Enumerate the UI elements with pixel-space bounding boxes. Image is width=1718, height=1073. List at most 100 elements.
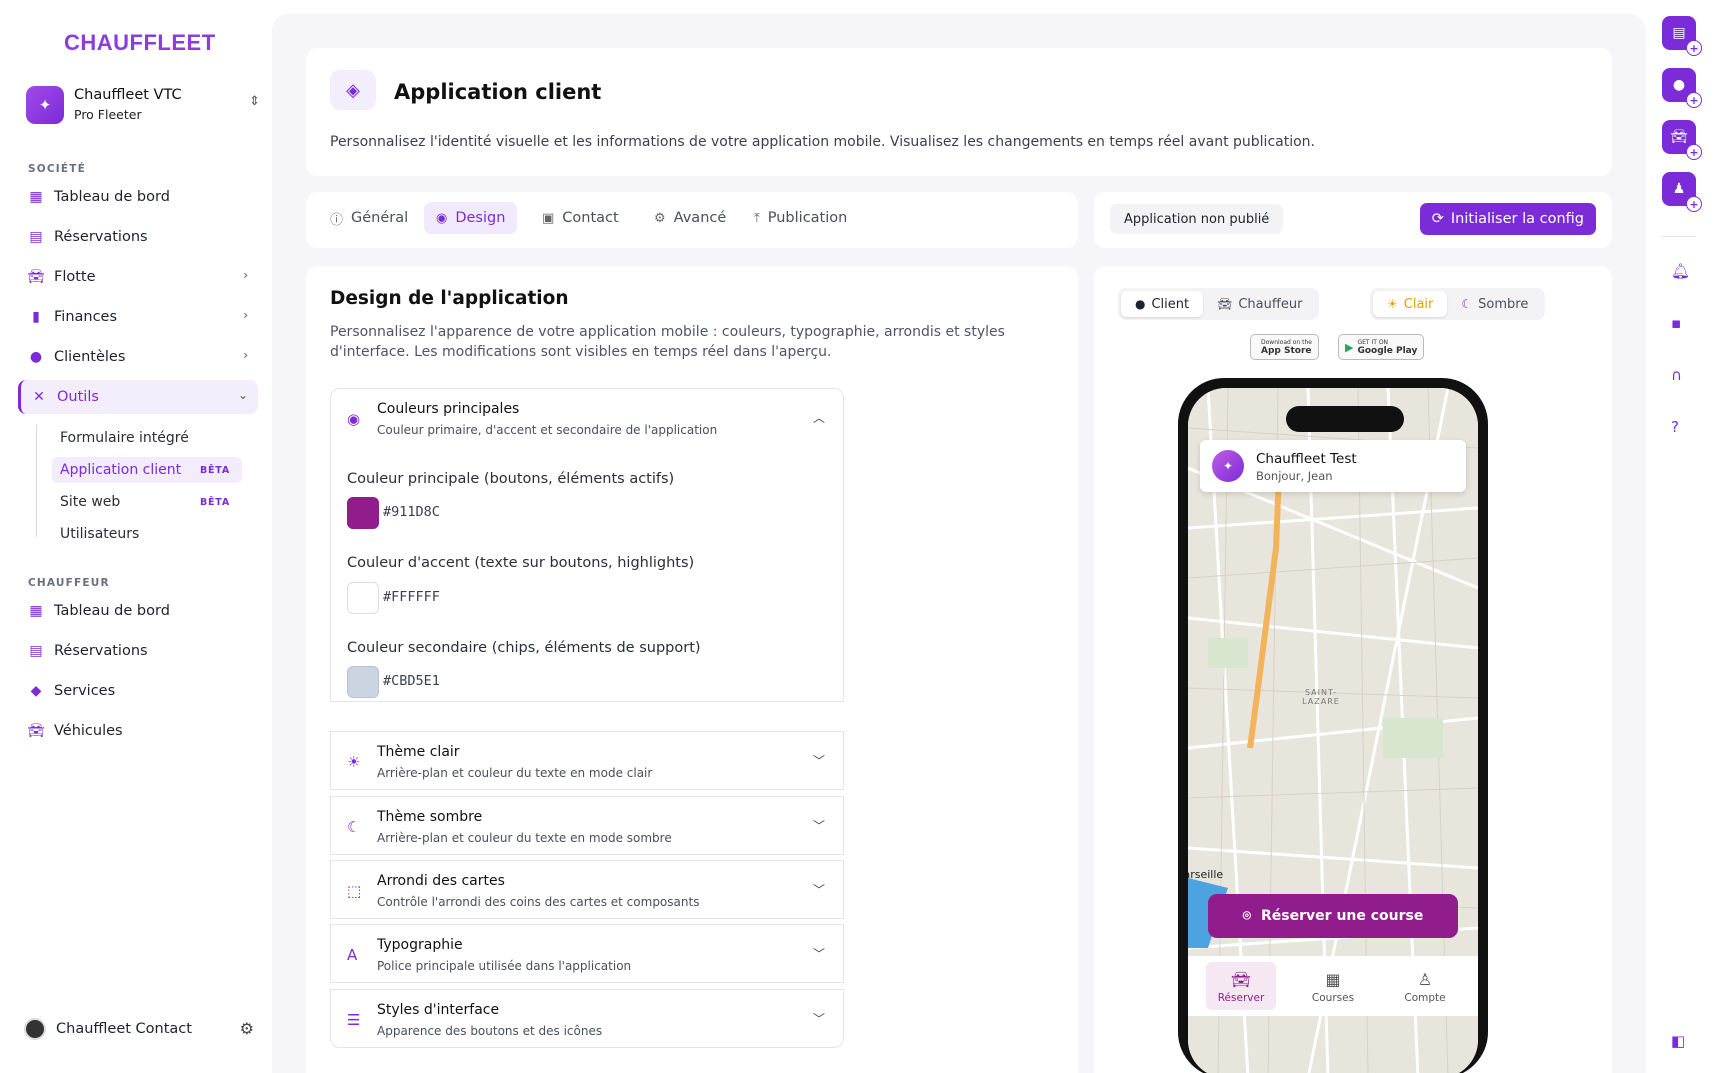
quick-add-reservation-button[interactable]: ▤ +: [1662, 16, 1702, 56]
chevron-down-icon: ﹀: [812, 1012, 825, 1026]
nav-users[interactable]: Utilisateurs: [52, 521, 147, 547]
nav-embedded-form[interactable]: Formulaire intégré: [52, 425, 197, 451]
collapse-panel-icon[interactable]: ◧: [1671, 1032, 1685, 1050]
nav-driver-reservations[interactable]: ▤ Réservations: [18, 634, 258, 668]
help-icon[interactable]: ?: [1671, 418, 1679, 436]
app-nav-account[interactable]: ♙ Compte: [1390, 962, 1460, 1010]
accent-color-swatch[interactable]: [347, 582, 379, 614]
phone-notch: [1286, 406, 1404, 432]
nav-company-dashboard[interactable]: ▦ Tableau de bord: [18, 180, 258, 214]
bell-icon[interactable]: 🔔︎: [1671, 262, 1690, 280]
palette-icon: ◉: [436, 210, 448, 226]
role-toggle: ● Client 🚘︎ Chauffeur: [1118, 288, 1320, 320]
dark-theme-accordion[interactable]: ☾ Thème sombre Arrière-plan et couleur d…: [330, 796, 844, 855]
moon-icon: ☾: [347, 818, 361, 836]
accordion-header: ☀ Thème clair Arrière-plan et couleur du…: [331, 732, 843, 791]
upload-icon: ⤒: [754, 210, 760, 226]
nav-website[interactable]: Site web BÊTA: [52, 489, 242, 515]
nav-label: Outils: [57, 389, 99, 405]
book-ride-button[interactable]: ⌾ Réserver une course: [1208, 894, 1458, 938]
chevron-updown-icon: ⇕: [249, 94, 260, 109]
typography-accordion[interactable]: A Typographie Police principale utilisée…: [330, 924, 844, 983]
user-footer[interactable]: Chauffleet Contact ⚙: [24, 1014, 254, 1044]
nav-finances[interactable]: ▮ Finances ›: [18, 300, 258, 334]
tab-label: Avancé: [673, 210, 727, 226]
design-card: Design de l'application Personnalisez l'…: [306, 266, 1078, 1073]
contact-card-icon: ▣: [542, 210, 555, 226]
nav-label: Site web: [60, 494, 121, 510]
colors-accordion: ◉ Couleurs principales Couleur primaire,…: [330, 388, 844, 702]
accent-color-hex[interactable]: #FFFFFF: [383, 589, 440, 605]
nav-client-app[interactable]: Application client BÊTA: [52, 457, 242, 483]
info-icon: ⓘ: [330, 212, 344, 228]
google-play-badge[interactable]: ▶ GET IT ON Google Play: [1338, 334, 1425, 360]
accordion-title: Typographie: [377, 937, 463, 953]
chat-icon[interactable]: ▪: [1671, 314, 1681, 332]
gear-icon[interactable]: ⚙: [240, 1019, 254, 1038]
ui-styles-accordion[interactable]: ☰ Styles d'interface Apparence des bouto…: [330, 989, 844, 1048]
quick-add-client-button[interactable]: ● +: [1662, 68, 1702, 108]
status-badge: Application non publié: [1110, 204, 1284, 234]
nav-fleet[interactable]: 🚘︎ Flotte ›: [18, 260, 258, 294]
section-driver: CHAUFFEUR: [28, 577, 110, 589]
accordion-subtitle: Contrôle l'arrondi des coins des cartes …: [377, 895, 700, 909]
accordion-subtitle: Police principale utilisée dans l'applic…: [377, 959, 632, 973]
quick-add-vehicle-button[interactable]: 🚘︎ +: [1662, 120, 1702, 160]
theme-dark-button[interactable]: ☾ Sombre: [1447, 291, 1542, 317]
corner-radius-icon: ⬚: [347, 882, 362, 900]
typography-icon: A: [347, 946, 358, 964]
accordion-subtitle: Couleur primaire, d'accent et secondaire…: [377, 423, 718, 437]
tools-icon: ✕: [33, 389, 45, 405]
nav-clients[interactable]: ● Clientèles ›: [18, 340, 258, 374]
secondary-color-label: Couleur secondaire (chips, éléments de s…: [347, 640, 701, 656]
palette-icon: ◉: [347, 410, 361, 428]
status-card: Application non publié ⟳ Initialiser la c…: [1094, 192, 1612, 248]
location-pin-icon: ⌾: [1242, 908, 1252, 924]
accordion-title: Couleurs principales: [377, 401, 520, 417]
app-nav-book[interactable]: 🚘︎ Réserver: [1206, 962, 1276, 1010]
quick-add-driver-button[interactable]: ♟ +: [1662, 172, 1702, 212]
theme-light-button[interactable]: ☀ Clair: [1373, 291, 1448, 317]
nav-vehicles[interactable]: 🚘︎ Véhicules: [18, 714, 258, 748]
app-nav-rides[interactable]: ▦ Courses: [1298, 962, 1368, 1010]
accordion-subtitle: Arrière-plan et couleur du texte en mode…: [377, 831, 672, 845]
user-icon: ♙: [1417, 970, 1433, 989]
tab-general[interactable]: ⓘ Général: [318, 202, 420, 234]
phone-screen: SAINT-LAZARE Marseille ✦ Chauffleet Test…: [1188, 388, 1478, 1073]
secondary-color-hex[interactable]: #CBD5E1: [383, 673, 440, 689]
org-name: Chauffleet VTC: [74, 87, 182, 103]
accordion-header: ☾ Thème sombre Arrière-plan et couleur d…: [331, 797, 843, 856]
secondary-color-swatch[interactable]: [347, 666, 379, 698]
tab-contact[interactable]: ▣ Contact: [530, 202, 631, 234]
bar-chart-icon: ▮: [32, 309, 40, 325]
primary-color-hex[interactable]: #911D8C: [383, 504, 440, 520]
role-client-button[interactable]: ● Client: [1121, 291, 1204, 317]
nav-services[interactable]: ◆ Services: [18, 674, 258, 708]
user-icon: ●: [29, 349, 43, 365]
headset-icon[interactable]: ∩: [1671, 366, 1682, 384]
tab-advanced[interactable]: ⚙ Avancé: [642, 202, 738, 234]
app-store-badge[interactable]: Download on the App Store: [1250, 334, 1319, 360]
tab-design[interactable]: ◉ Design: [424, 202, 518, 234]
tab-publication[interactable]: ⤒ Publication: [742, 202, 859, 234]
driver-icon: ♟: [1672, 181, 1686, 197]
accordion-title: Styles d'interface: [377, 1002, 500, 1018]
moon-icon: ☾: [1461, 297, 1473, 311]
accordion-title: Thème clair: [377, 744, 460, 760]
org-switcher[interactable]: ✦ Chauffleet VTC Pro Fleeter ⇕: [26, 86, 260, 126]
role-driver-button[interactable]: 🚘︎ Chauffeur: [1203, 291, 1316, 317]
org-avatar: ✦: [26, 86, 64, 124]
nav-company-reservations[interactable]: ▤ Réservations: [18, 220, 258, 254]
colors-accordion-header[interactable]: ◉ Couleurs principales Couleur primaire,…: [331, 389, 843, 448]
nav-driver-dashboard[interactable]: ▦ Tableau de bord: [18, 594, 258, 628]
card-radius-accordion[interactable]: ⬚ Arrondi des cartes Contrôle l'arrondi …: [330, 860, 844, 919]
light-theme-accordion[interactable]: ☀ Thème clair Arrière-plan et couleur du…: [330, 731, 844, 790]
car-icon: 🚘︎: [27, 269, 45, 285]
nav-tools[interactable]: ✕ Outils ⌄: [18, 380, 258, 414]
nav-label: Réservations: [54, 643, 148, 659]
nav-label: Véhicules: [54, 723, 123, 739]
theme-label: Clair: [1403, 296, 1434, 312]
page-description: Personnalisez l'identité visuelle et les…: [330, 134, 1315, 150]
primary-color-swatch[interactable]: [347, 497, 379, 529]
init-config-button[interactable]: ⟳ Initialiser la config: [1419, 203, 1596, 235]
